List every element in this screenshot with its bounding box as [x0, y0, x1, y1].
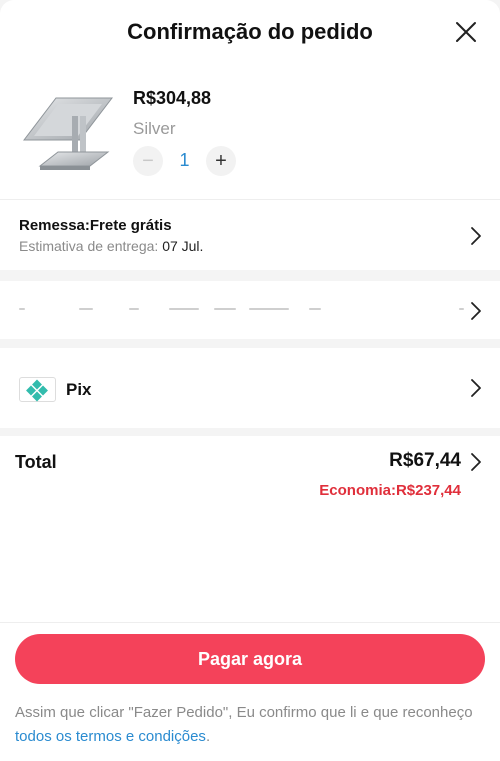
- product-price: R$304,88: [133, 88, 212, 108]
- payment-method-label: Pix: [66, 380, 92, 399]
- chevron-right-icon: [471, 379, 481, 397]
- section-gap: [0, 339, 500, 348]
- shipping-label: Remessa:Frete grátis: [19, 217, 172, 234]
- terms-text: Assim que clicar "Fazer Pedido", Eu conf…: [15, 704, 473, 721]
- terms-notice: Assim que clicar "Fazer Pedido", Eu conf…: [15, 701, 485, 749]
- terms-link[interactable]: todos os termos e condições: [15, 728, 206, 745]
- total-label: Total: [15, 452, 57, 472]
- order-confirmation-sheet: Confirmação do pedido R$304,88 Silver − …: [0, 0, 500, 761]
- shipping-row[interactable]: Remessa:Frete grátis Estimativa de entre…: [0, 200, 500, 270]
- close-icon[interactable]: [454, 20, 478, 44]
- order-total: Total R$67,44 Economia:R$237,44: [0, 436, 500, 622]
- pix-icon: [19, 377, 56, 402]
- product-card: R$304,88 Silver − 1 +: [0, 70, 500, 200]
- total-value[interactable]: R$67,44: [389, 450, 461, 472]
- delivery-estimate-label: Estimativa de entrega:: [19, 238, 159, 254]
- savings-text: Economia:R$237,44: [319, 482, 461, 499]
- quantity-minus-button[interactable]: −: [133, 146, 163, 176]
- header: Confirmação do pedido: [0, 0, 500, 66]
- terms-period: .: [205, 728, 211, 745]
- quantity-value[interactable]: 1: [163, 150, 206, 171]
- delivery-estimate: Estimativa de entrega: 07 Jul.: [19, 238, 203, 254]
- quantity-stepper: − 1 +: [133, 146, 243, 176]
- chevron-right-icon: [471, 302, 481, 320]
- chevron-right-icon: [471, 227, 481, 245]
- delivery-estimate-date: 07 Jul.: [162, 238, 204, 254]
- payment-method-row[interactable]: Pix: [0, 348, 500, 428]
- section-gap: [0, 270, 500, 281]
- chevron-right-icon[interactable]: [470, 452, 482, 472]
- divider: [0, 622, 500, 623]
- address-row[interactable]: [0, 281, 500, 339]
- page-title: Confirmação do pedido: [127, 19, 373, 44]
- section-gap: [0, 428, 500, 436]
- quantity-plus-button[interactable]: +: [206, 146, 236, 176]
- laptop-stand-image[interactable]: [22, 92, 114, 176]
- product-variant[interactable]: Silver: [133, 119, 176, 139]
- address-text-obscured: [19, 308, 464, 314]
- pay-now-button[interactable]: Pagar agora: [15, 634, 485, 684]
